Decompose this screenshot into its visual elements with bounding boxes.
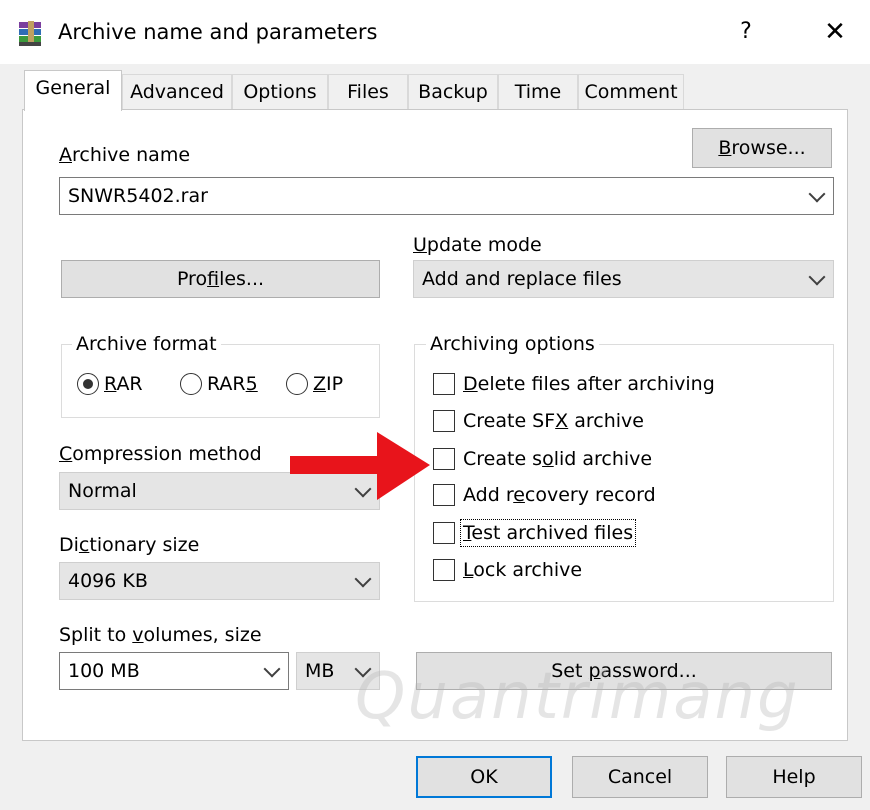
- dictionary-size-value: 4096 KB: [68, 570, 148, 592]
- radio-zip-label[interactable]: ZIP: [313, 371, 343, 397]
- archiving-options-title: Archiving options: [426, 331, 599, 357]
- split-volumes-label: Split to volumes, size: [59, 624, 262, 646]
- watermark-logo: Quantrimang: [355, 660, 800, 734]
- tab-options[interactable]: Options: [232, 74, 328, 110]
- checkbox-lock-archive-label[interactable]: Lock archive: [463, 557, 582, 583]
- profiles-button[interactable]: Profiles...: [61, 260, 380, 298]
- radio-rar5-label[interactable]: RAR5: [207, 371, 258, 397]
- compression-method-label: Compression method: [59, 443, 262, 465]
- window-title: Archive name and parameters: [58, 20, 378, 44]
- tab-advanced[interactable]: Advanced: [122, 74, 232, 110]
- split-volumes-size-combobox[interactable]: 100 MB: [59, 652, 289, 690]
- radio-rar[interactable]: [77, 373, 99, 395]
- checkbox-test-archived[interactable]: [433, 522, 455, 544]
- radio-rar-label[interactable]: RAR: [104, 371, 143, 397]
- checkbox-delete-files[interactable]: [433, 373, 455, 395]
- archive-format-title: Archive format: [72, 331, 221, 357]
- chevron-down-icon[interactable]: [808, 185, 826, 203]
- checkbox-create-solid-label[interactable]: Create solid archive: [463, 446, 652, 472]
- tab-comment[interactable]: Comment: [578, 74, 684, 110]
- tab-files[interactable]: Files: [328, 74, 408, 110]
- update-mode-value: Add and replace files: [422, 268, 622, 290]
- browse-button[interactable]: Browse...: [692, 128, 832, 168]
- radio-rar5[interactable]: [180, 373, 202, 395]
- tab-time[interactable]: Time: [498, 74, 578, 110]
- checkbox-delete-files-label[interactable]: Delete files after archiving: [463, 371, 715, 397]
- chevron-down-icon[interactable]: [354, 570, 372, 588]
- help-button[interactable]: Help: [726, 756, 862, 798]
- chevron-down-icon[interactable]: [263, 660, 281, 678]
- update-mode-label: Update mode: [413, 234, 542, 256]
- red-arrow-icon: [290, 432, 430, 500]
- checkbox-create-sfx[interactable]: [433, 410, 455, 432]
- close-icon[interactable]: ✕: [815, 12, 855, 52]
- archive-name-combobox[interactable]: SNWR5402.rar: [59, 177, 834, 215]
- checkbox-test-archived-label[interactable]: Test archived files: [459, 519, 637, 547]
- split-volumes-unit-value: MB: [305, 660, 335, 682]
- radio-selected-dot: [83, 379, 93, 389]
- ok-button[interactable]: OK: [416, 756, 552, 798]
- checkbox-create-solid[interactable]: [433, 448, 455, 470]
- archive-name-value: SNWR5402.rar: [68, 185, 208, 207]
- checkbox-add-recovery-label[interactable]: Add recovery record: [463, 482, 656, 508]
- checkbox-create-sfx-label[interactable]: Create SFX archive: [463, 408, 644, 434]
- winrar-app-icon: [19, 21, 41, 46]
- dictionary-size-label: Dictionary size: [59, 534, 200, 556]
- title-bar: Archive name and parameters ? ✕: [0, 0, 870, 64]
- chevron-down-icon[interactable]: [808, 268, 826, 286]
- checkbox-lock-archive[interactable]: [433, 559, 455, 581]
- tab-general[interactable]: General: [24, 70, 122, 111]
- split-volumes-size-value: 100 MB: [68, 660, 140, 682]
- cancel-button[interactable]: Cancel: [572, 756, 708, 798]
- tab-backup[interactable]: Backup: [408, 74, 498, 110]
- update-mode-combobox[interactable]: Add and replace files: [413, 260, 834, 298]
- archive-name-label: Archive name: [59, 144, 191, 166]
- dictionary-size-combobox[interactable]: 4096 KB: [59, 562, 380, 600]
- checkbox-add-recovery[interactable]: [433, 484, 455, 506]
- help-icon[interactable]: ?: [728, 14, 764, 50]
- radio-zip[interactable]: [286, 373, 308, 395]
- compression-method-value: Normal: [68, 480, 137, 502]
